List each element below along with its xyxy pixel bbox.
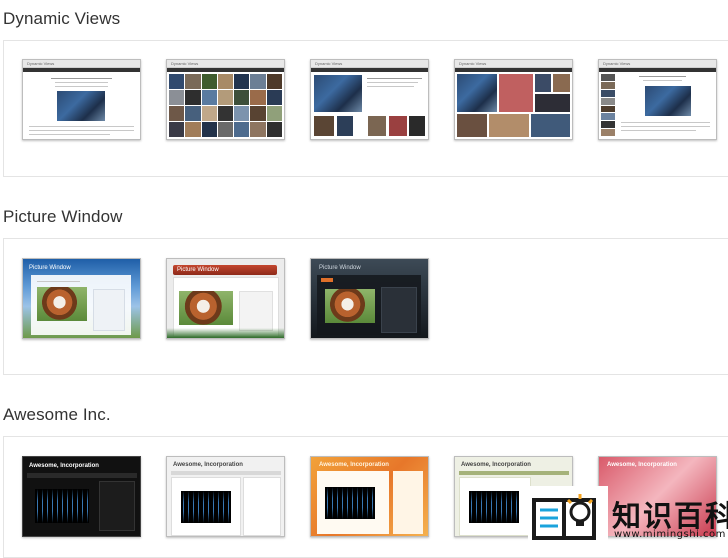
book-lightbulb-icon [528, 486, 608, 546]
template-thumb-dynamic-classic[interactable]: Dynamic Views [22, 59, 141, 140]
watermark-logo: 知识百科 www.mimingshi.com [528, 486, 728, 546]
picture-window-panel: Picture Window Picture Window Picture Wi… [3, 238, 728, 375]
template-thumb-dynamic-sidebar[interactable]: Dynamic Views [598, 59, 717, 140]
section-title-awesome-inc: Awesome Inc. [3, 405, 111, 424]
template-thumb-awesome-black[interactable]: Awesome, Incorporation [22, 456, 141, 537]
section-title-picture-window: Picture Window [3, 207, 123, 226]
watermark-url: www.mimingshi.com [614, 529, 726, 540]
template-thumb-awesome-light[interactable]: Awesome, Incorporation [166, 456, 285, 537]
section-title-dynamic-views: Dynamic Views [3, 9, 121, 28]
template-thumb-dynamic-magazine[interactable]: Dynamic Views [454, 59, 573, 140]
template-thumb-awesome-orange[interactable]: Awesome, Incorporation [310, 456, 429, 537]
template-thumb-dynamic-flipcard[interactable]: Dynamic Views [310, 59, 429, 140]
template-thumb-picture-window-blue[interactable]: Picture Window [22, 258, 141, 339]
template-thumb-dynamic-mosaic[interactable]: Dynamic Views [166, 59, 285, 140]
template-thumb-picture-window-red[interactable]: Picture Window [166, 258, 285, 339]
template-thumb-picture-window-dark[interactable]: Picture Window [310, 258, 429, 339]
dynamic-views-panel: Dynamic Views Dynamic Views Dynamic View… [3, 40, 728, 177]
